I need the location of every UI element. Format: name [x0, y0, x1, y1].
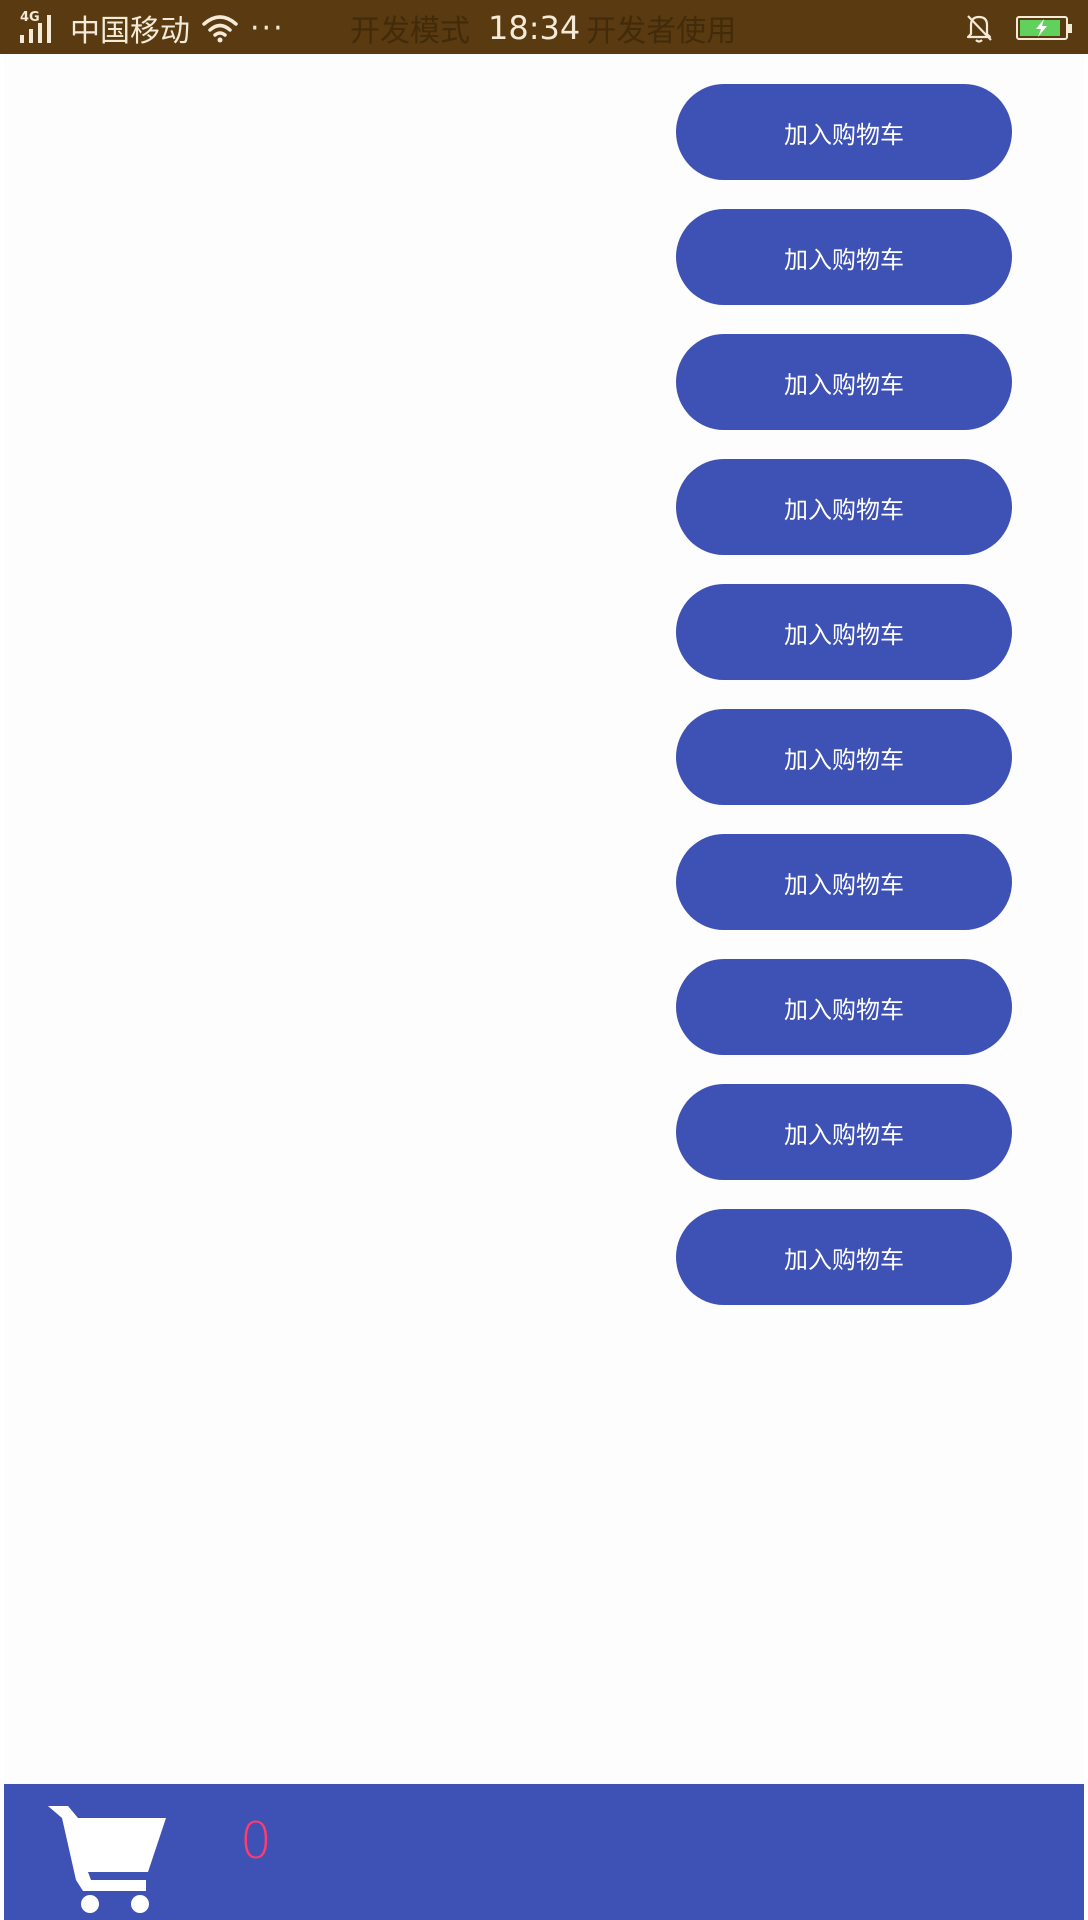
status-time: 18:34 — [488, 9, 581, 47]
add-to-cart-button[interactable]: 加入购物车 — [676, 334, 1012, 430]
signal-icon: 4G — [20, 11, 60, 45]
product-list: 加入购物车 加入购物车 加入购物车 加入购物车 加入购物车 加入购物车 加入购物… — [4, 54, 1084, 1784]
add-to-cart-button[interactable]: 加入购物车 — [676, 959, 1012, 1055]
bell-off-icon — [966, 15, 992, 43]
add-to-cart-button[interactable]: 加入购物车 — [676, 459, 1012, 555]
battery-icon — [1016, 16, 1072, 40]
shopping-cart-icon[interactable] — [48, 1794, 173, 1914]
charging-icon — [1036, 19, 1047, 37]
add-to-cart-button[interactable]: 加入购物车 — [676, 584, 1012, 680]
network-type: 4G — [20, 10, 40, 25]
add-to-cart-button[interactable]: 加入购物车 — [676, 1084, 1012, 1180]
cart-bar: 0 — [4, 1784, 1084, 1920]
add-to-cart-button[interactable]: 加入购物车 — [676, 1209, 1012, 1305]
dev-mode-text: 开发模式 — [350, 14, 470, 49]
status-center: 开发模式 18:34 开发者使用 — [350, 8, 737, 49]
add-to-cart-button[interactable]: 加入购物车 — [676, 834, 1012, 930]
cart-count: 0 — [240, 1812, 272, 1870]
status-bar: 4G 中国移动 ··· 开发模式 18:34 开发者使用 — [0, 0, 1088, 54]
dev-use-text: 开发者使用 — [586, 14, 737, 49]
add-to-cart-button[interactable]: 加入购物车 — [676, 209, 1012, 305]
status-right — [964, 8, 1072, 48]
more-dots-icon: ··· — [250, 10, 285, 46]
wifi-icon — [202, 15, 238, 43]
status-left: 4G 中国移动 ··· — [20, 8, 285, 49]
add-to-cart-button[interactable]: 加入购物车 — [676, 84, 1012, 180]
carrier-name: 中国移动 — [70, 14, 190, 49]
add-to-cart-button[interactable]: 加入购物车 — [676, 709, 1012, 805]
